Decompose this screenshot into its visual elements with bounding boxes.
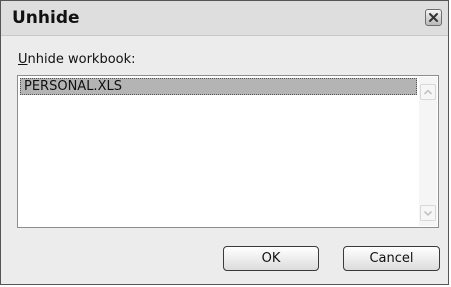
dialog-title: Unhide (12, 8, 80, 28)
unhide-dialog: Unhide Unhide workbook: PERSONAL.XLS OK … (0, 0, 449, 285)
scroll-up-button[interactable] (420, 84, 436, 100)
list-item-personal-xls[interactable]: PERSONAL.XLS (20, 78, 417, 95)
close-icon (429, 13, 438, 22)
close-button[interactable] (425, 9, 442, 26)
chevron-down-icon (423, 210, 433, 217)
workbook-listbox[interactable]: PERSONAL.XLS (17, 75, 439, 228)
label-mnemonic: U (18, 52, 28, 67)
label-text: nhide workbook: (27, 52, 136, 67)
vertical-scrollbar[interactable] (419, 77, 437, 226)
ok-button[interactable]: OK (223, 246, 319, 271)
scroll-down-button[interactable] (420, 205, 436, 221)
cancel-button[interactable]: Cancel (343, 246, 440, 271)
title-bar: Unhide (1, 1, 448, 36)
chevron-up-icon (423, 89, 433, 95)
unhide-workbook-label: Unhide workbook: (18, 52, 136, 67)
